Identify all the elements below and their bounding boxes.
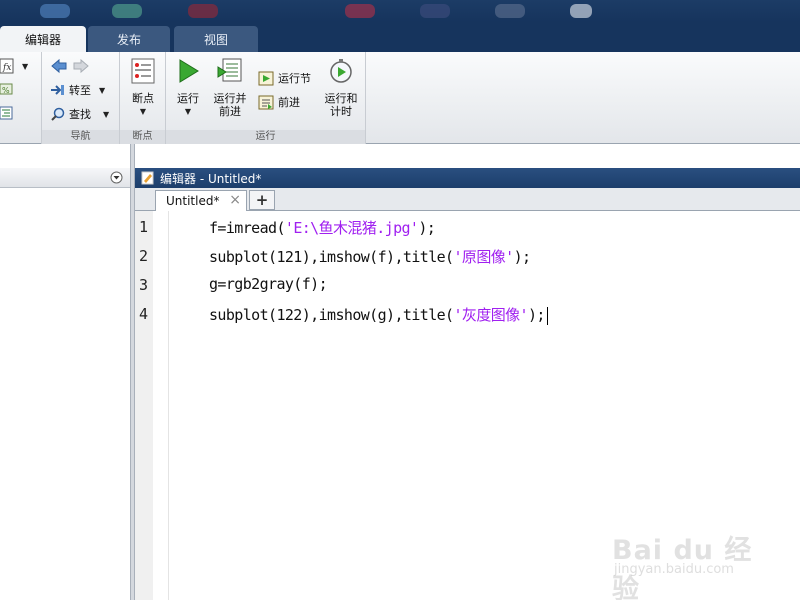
svg-text:fx: fx [2,63,11,73]
run-section-label: 运行节 [278,72,311,85]
run-section-button[interactable]: 运行节 [258,70,311,86]
code-line[interactable]: subplot(121),imshow(f),title('原图像'); [209,246,531,267]
code-text: ); [527,306,545,324]
run-advance-label-1: 运行并 [213,92,247,105]
run-advance-label-2: 前进 [219,105,241,118]
run-label: 运行 [177,92,199,105]
taskbar-icon [495,4,525,18]
editor-title-bar: 编辑器 - Untitled* [135,168,800,188]
find-label: 查找 [69,108,91,121]
breakpoints-button[interactable]: 断点 ▼ [130,58,156,118]
run-time-label-1: 运行和 [324,92,358,105]
ribbon-group-run: 运行 ▼ 运行并 前进 运行节 前进 运行和 计时 运行 [166,52,366,144]
ribbon-group-navigate: 转至 ▼ 查找 ▼ 导航 [42,52,120,144]
back-forward-icon [51,58,89,74]
svg-text:%: % [2,86,10,95]
goto-button[interactable]: 转至 ▼ [50,82,105,98]
chevron-down-icon: ▼ [103,109,110,119]
chevron-down-icon: ▼ [139,107,147,116]
code-text: ); [513,248,531,266]
line-number: 3 [139,276,149,294]
line-number-gutter [135,211,153,600]
code-string: '灰度图像' [453,306,529,324]
find-button[interactable]: 查找 ▼ [50,106,109,122]
taskbar-icon [570,4,592,18]
editor-title: 编辑器 - Untitled* [160,171,262,186]
run-and-advance-button[interactable]: 运行并 前进 [210,58,250,118]
document-tab-untitled[interactable]: Untitled* × [155,190,247,211]
ribbon-spacer [0,144,800,166]
code-text: subplot(122),imshow(g),title( [209,306,454,324]
watermark-url: jingyan.baidu.com [614,562,734,577]
taskbar-icon [112,4,142,18]
run-button[interactable]: 运行 ▼ [174,58,202,118]
code-line[interactable]: subplot(122),imshow(g),title('灰度图像'); [209,304,548,325]
tab-view[interactable]: 视图 [174,26,258,52]
code-string: '原图像' [453,248,515,266]
code-text: f=imread( [209,219,285,237]
stopwatch-icon [330,59,352,83]
document-tab-label: Untitled* [166,194,220,208]
text-cursor [546,306,548,325]
code-text: g=rgb2gray(f); [209,275,328,293]
function-icon: fx [0,58,14,74]
code-string: 'E:\鱼木混猪.jpg' [284,219,419,237]
line-number: 4 [139,305,149,323]
taskbar-icon [345,4,375,18]
insert-function-button[interactable]: fx ▼ [0,58,28,74]
tab-editor[interactable]: 编辑器 [0,26,86,52]
advance-label: 前进 [278,96,300,109]
desktop-strip [0,0,800,22]
run-time-label-2: 计时 [330,105,352,118]
indent-button[interactable] [0,106,14,120]
line-number: 2 [139,247,149,265]
chevron-down-icon: ▼ [22,61,29,71]
close-icon[interactable]: × [229,192,241,208]
code-line[interactable]: f=imread('E:\鱼木混猪.jpg'); [209,217,436,238]
taskbar-icon [188,4,218,18]
group-label-breakpoints: 断点 [120,130,165,144]
code-text: ); [418,219,436,237]
play-icon [179,59,199,83]
line-number: 1 [139,218,149,236]
chevron-down-icon: ▼ [99,85,106,95]
panel-menu-icon[interactable] [110,171,123,184]
document-tab-bar: Untitled* × + [135,188,800,211]
code-line[interactable]: g=rgb2gray(f); [209,275,328,293]
tab-publish[interactable]: 发布 [88,26,170,52]
goto-label: 转至 [69,84,91,97]
advance-icon [258,95,274,109]
taskbar-icon [40,4,70,18]
ribbon-group-edit: fx ▼ % [0,52,42,144]
breakpoint-icon [131,58,155,84]
taskbar-icon [420,4,450,18]
breakpoints-label: 断点 [132,92,154,105]
run-section-icon [258,71,274,85]
code-text: subplot(121),imshow(f),title( [209,248,454,266]
back-forward-buttons[interactable] [50,58,90,74]
search-icon [51,107,65,121]
new-tab-button[interactable]: + [249,190,275,210]
comment-icon: % [0,83,13,95]
indent-icon [0,106,13,120]
watermark: Bai du 经验 jingyan.baidu.com [612,528,762,600]
goto-icon [51,85,64,95]
advance-button[interactable]: 前进 [258,94,300,110]
left-panel-header [0,168,132,188]
run-and-time-button[interactable]: 运行和 计时 [322,58,360,118]
comment-button[interactable]: % [0,82,14,96]
chevron-down-icon: ▼ [184,107,192,116]
run-advance-icon [217,58,242,82]
ribbon-tab-row: 编辑器 发布 视图 [0,22,800,52]
group-label-run: 运行 [166,130,365,144]
ribbon-group-breakpoints: 断点 ▼ 断点 [120,52,166,144]
group-label-navigate: 导航 [42,130,119,144]
editor-document-icon [141,171,154,185]
code-fold-column [153,211,169,600]
left-panel [0,188,132,600]
ribbon-toolbar: fx ▼ % 转至 ▼ 查找 ▼ 导航 断点 ▼ 断点 运行 ▼ 运行并 前进 … [0,52,800,144]
